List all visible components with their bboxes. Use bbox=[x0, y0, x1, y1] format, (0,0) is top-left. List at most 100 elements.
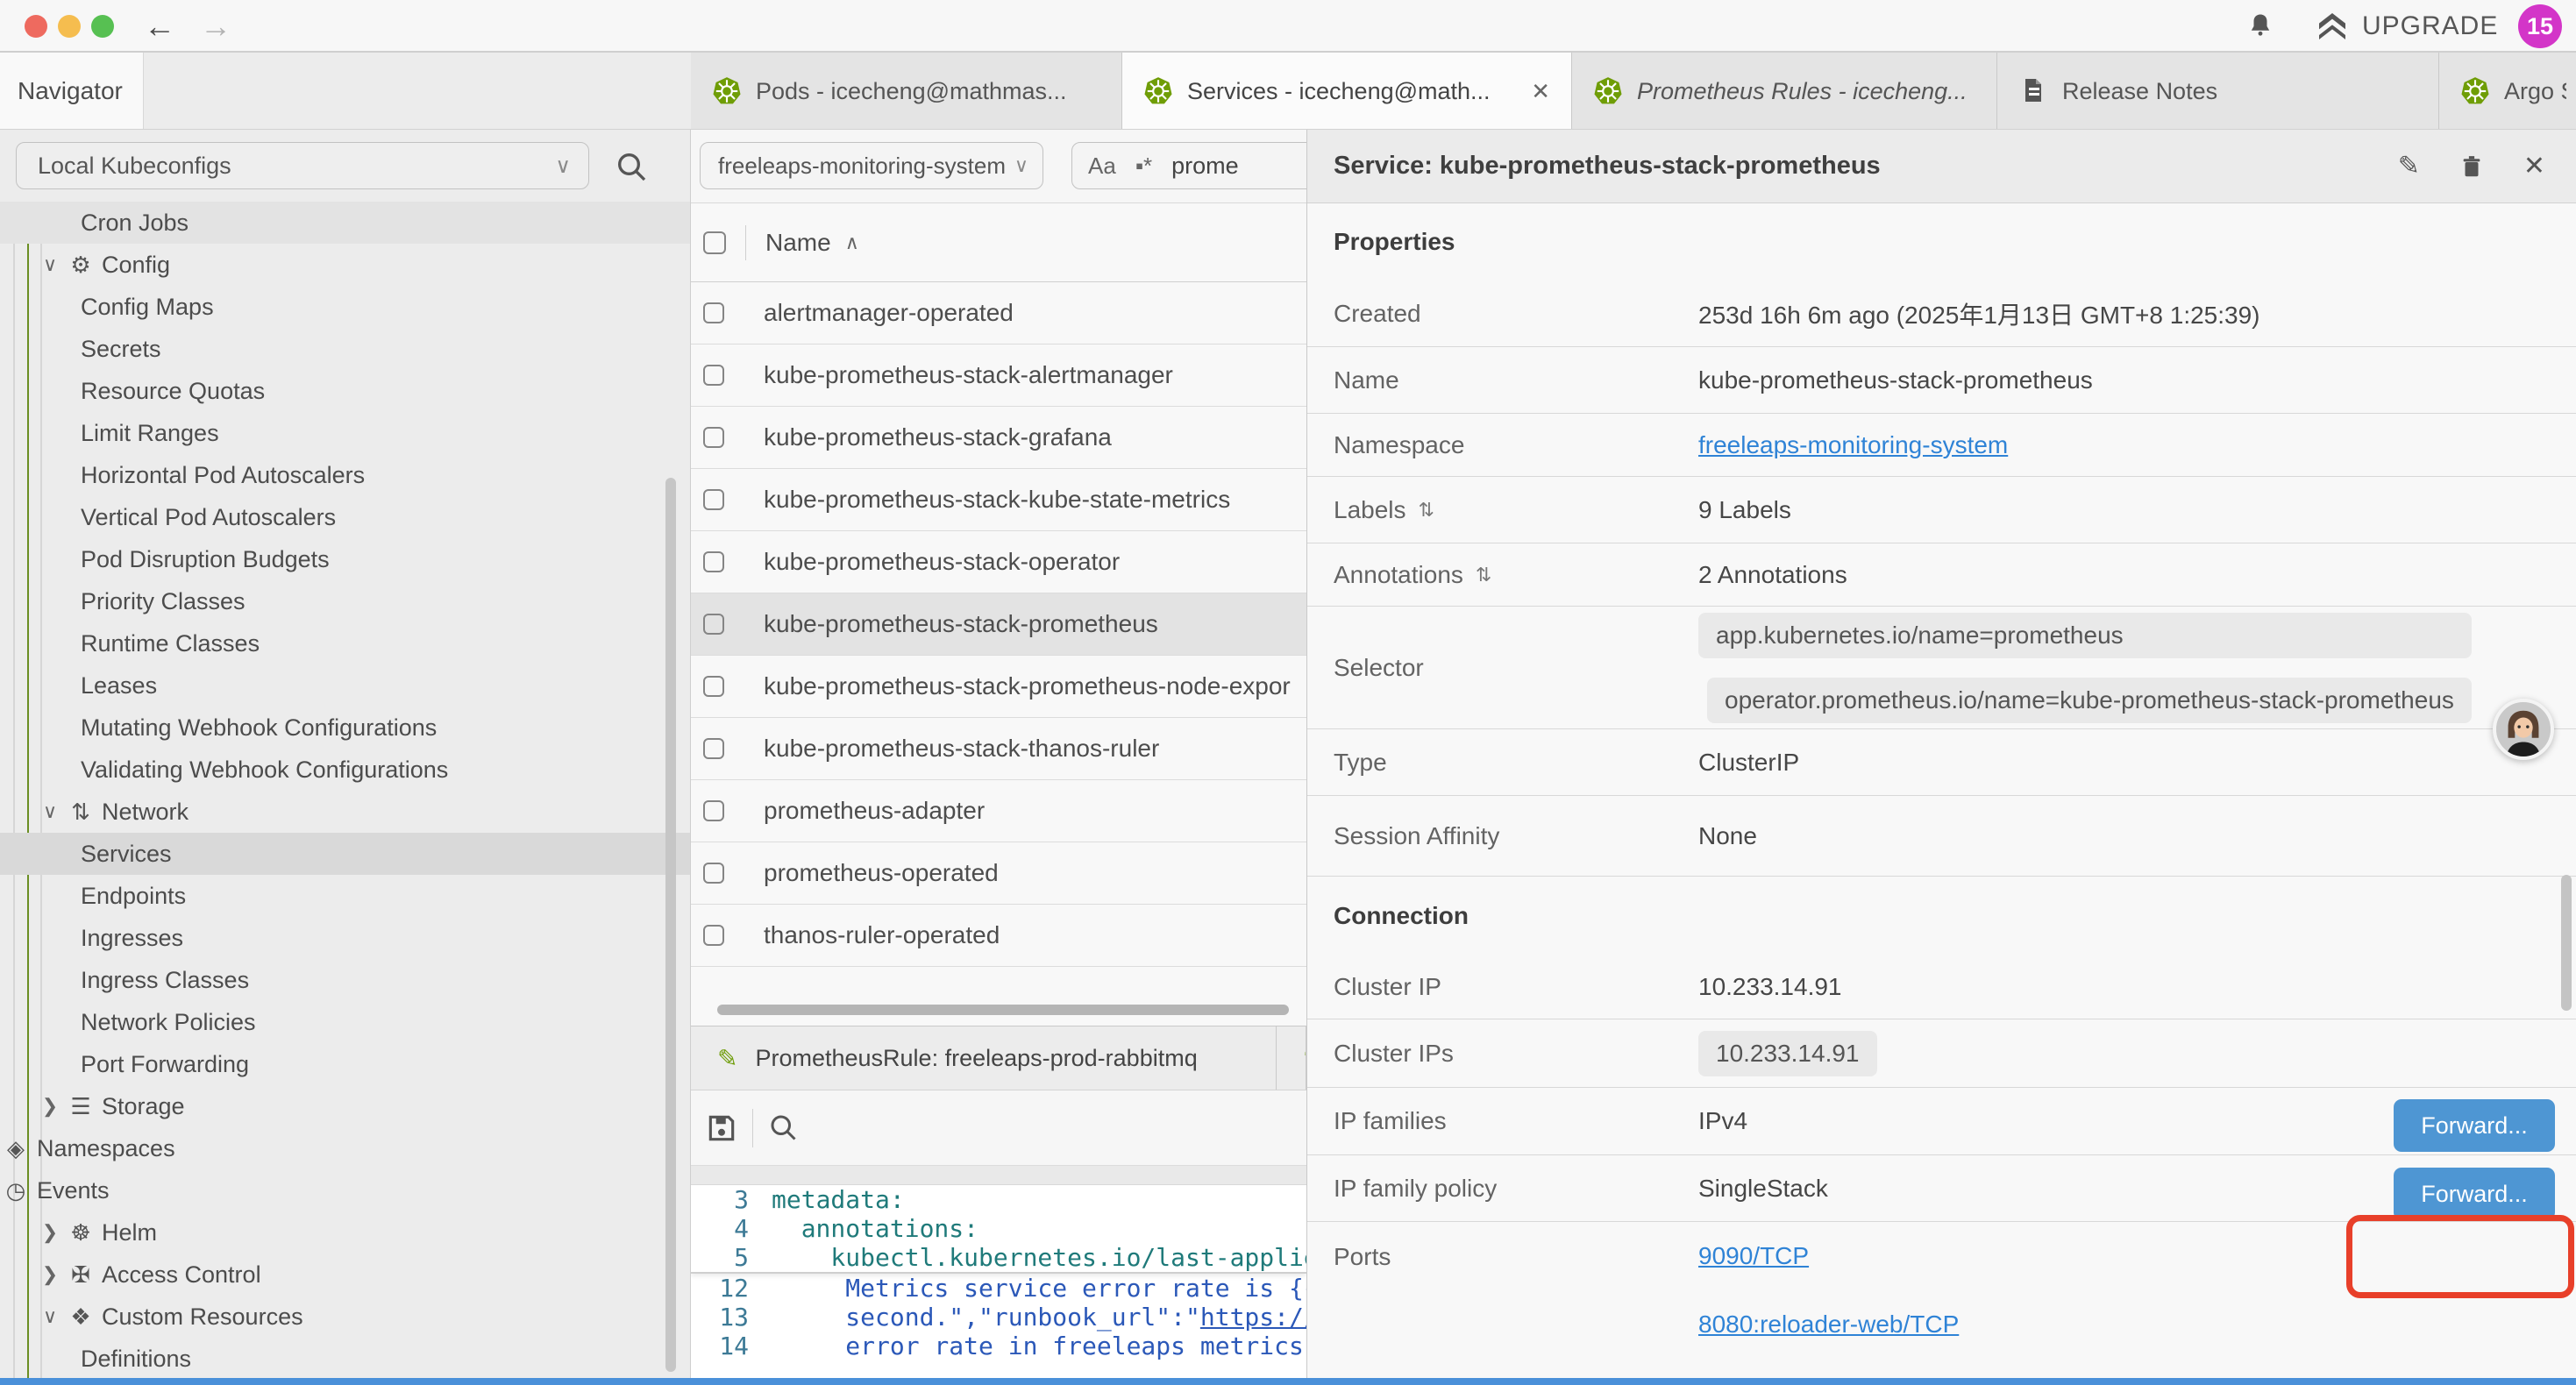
port-link[interactable]: 8080:reloader-web/TCP bbox=[1698, 1310, 1959, 1339]
namespace-link[interactable]: freeleaps-monitoring-system bbox=[1698, 431, 2008, 459]
close-window-button[interactable] bbox=[25, 15, 47, 38]
detail-panel-scrollbar[interactable] bbox=[2561, 875, 2572, 1011]
sidebar-item[interactable]: Priority Classes bbox=[0, 580, 691, 622]
row-checkbox[interactable] bbox=[703, 427, 724, 448]
cluster-tab[interactable]: Argo Se bbox=[2439, 53, 2576, 130]
editor-line[interactable]: 4 annotations: bbox=[691, 1214, 1306, 1243]
row-checkbox[interactable] bbox=[703, 489, 724, 510]
table-row[interactable]: kube-prometheus-stack-thanos-ruler bbox=[691, 718, 1306, 780]
sidebar-item[interactable]: Definitions bbox=[0, 1338, 691, 1380]
chevron-icon[interactable]: ∨ bbox=[35, 800, 65, 823]
chevron-icon[interactable]: ❯ bbox=[35, 1263, 65, 1286]
chevron-icon[interactable]: ∨ bbox=[35, 253, 65, 276]
sidebar-item[interactable]: Ingresses bbox=[0, 917, 691, 959]
chevron-icon[interactable]: ❯ bbox=[35, 1095, 65, 1118]
chevron-icon[interactable]: ❯ bbox=[35, 1221, 65, 1244]
sidebar-item[interactable]: Pod Disruption Budgets bbox=[0, 538, 691, 580]
sidebar-item[interactable]: ❯ ☸ Helm bbox=[0, 1211, 691, 1254]
sidebar-item[interactable]: ∨ ⇅ Network bbox=[0, 791, 691, 833]
sidebar-item[interactable]: ∨ ⚙ Config bbox=[0, 244, 691, 286]
close-panel-icon[interactable]: ✕ bbox=[2523, 151, 2545, 181]
select-all-checkbox[interactable] bbox=[703, 231, 726, 254]
sidebar-item[interactable]: Limit Ranges bbox=[0, 412, 691, 454]
trash-icon[interactable] bbox=[2459, 153, 2485, 180]
back-icon[interactable]: ← bbox=[139, 5, 181, 47]
chevron-icon[interactable]: ∨ bbox=[35, 1305, 65, 1328]
cluster-tab[interactable]: Prometheus Rules - icecheng... bbox=[1572, 53, 1997, 130]
sidebar-item[interactable]: Config Maps bbox=[0, 286, 691, 328]
row-checkbox[interactable] bbox=[703, 800, 724, 821]
sidebar-item[interactable]: Validating Webhook Configurations bbox=[0, 749, 691, 791]
sidebar-item[interactable]: ◈ Namespaces bbox=[0, 1127, 691, 1169]
table-row[interactable]: prometheus-adapter bbox=[691, 780, 1306, 842]
save-icon[interactable] bbox=[705, 1112, 738, 1145]
sidebar-item[interactable]: Vertical Pod Autoscalers bbox=[0, 496, 691, 538]
sidebar-item[interactable]: Leases bbox=[0, 664, 691, 707]
minimize-window-button[interactable] bbox=[58, 15, 81, 38]
table-row[interactable]: prometheus-operated bbox=[691, 842, 1306, 905]
edit-pencil-icon[interactable]: ✎ bbox=[2398, 151, 2420, 181]
cluster-ip-chip[interactable]: 10.233.14.91 bbox=[1698, 1031, 1877, 1076]
editor-line[interactable]: 13 second.","runbook_url":"https://net bbox=[691, 1303, 1306, 1332]
table-search-input[interactable]: Aa ▪* prome bbox=[1071, 142, 1306, 189]
row-checkbox[interactable] bbox=[703, 738, 724, 759]
table-row[interactable]: kube-prometheus-stack-grafana bbox=[691, 407, 1306, 469]
cluster-tab[interactable]: Pods - icecheng@mathmas... bbox=[691, 53, 1122, 130]
close-tab-icon[interactable]: ✕ bbox=[1522, 78, 1550, 105]
port-link[interactable]: 9090/TCP bbox=[1698, 1242, 1809, 1270]
editor-line[interactable]: 12 Metrics service error rate is {{ $va bbox=[691, 1274, 1306, 1303]
editor-tab-next[interactable]: ✎ bbox=[1277, 1026, 1306, 1090]
editor-tab-prometheusrule[interactable]: ✎ PrometheusRule: freeleaps-prod-rabbitm… bbox=[691, 1026, 1277, 1090]
labels-count[interactable]: 9 Labels bbox=[1698, 496, 1791, 524]
row-checkbox[interactable] bbox=[703, 551, 724, 572]
sidebar-item[interactable]: Secrets bbox=[0, 328, 691, 370]
sidebar-item[interactable]: Mutating Webhook Configurations bbox=[0, 707, 691, 749]
sort-asc-icon[interactable]: ∧ bbox=[845, 231, 859, 254]
sidebar-item[interactable]: Port Forwarding bbox=[0, 1043, 691, 1085]
table-row[interactable]: kube-prometheus-stack-kube-state-metrics bbox=[691, 469, 1306, 531]
row-checkbox[interactable] bbox=[703, 863, 724, 884]
expand-toggle-icon[interactable]: ⇅ bbox=[1476, 564, 1491, 586]
sidebar-item[interactable]: Services bbox=[0, 833, 691, 875]
annotations-count[interactable]: 2 Annotations bbox=[1698, 561, 1847, 589]
forward-port-button[interactable]: Forward... bbox=[2394, 1099, 2555, 1152]
match-case-icon[interactable]: Aa bbox=[1088, 153, 1116, 180]
regex-icon[interactable]: ▪* bbox=[1135, 153, 1152, 180]
table-row[interactable]: kube-prometheus-stack-operator bbox=[691, 531, 1306, 593]
sidebar-item[interactable]: Resource Quotas bbox=[0, 370, 691, 412]
sidebar-item[interactable]: Ingress Classes bbox=[0, 959, 691, 1001]
cluster-tab[interactable]: Release Notes bbox=[1997, 53, 2439, 130]
sidebar-item[interactable]: ∨ ❖ Custom Resources bbox=[0, 1296, 691, 1338]
editor-line[interactable]: 14 error rate in freeleaps metrics ser bbox=[691, 1332, 1306, 1360]
maximize-window-button[interactable] bbox=[91, 15, 114, 38]
upgrade-button[interactable]: UPGRADE bbox=[2315, 9, 2498, 44]
kubeconfig-select[interactable]: Local Kubeconfigs ∨ bbox=[16, 142, 589, 189]
assistant-avatar[interactable] bbox=[2493, 699, 2554, 760]
editor-search-icon[interactable] bbox=[767, 1112, 801, 1145]
forward-icon[interactable]: → bbox=[195, 5, 237, 47]
sidebar-item[interactable]: ◷ Events bbox=[0, 1169, 691, 1211]
table-row[interactable]: alertmanager-operated bbox=[691, 282, 1306, 344]
row-checkbox[interactable] bbox=[703, 614, 724, 635]
yaml-editor[interactable]: 11 8","for":"1m","labels":{"service": 12… bbox=[691, 1185, 1306, 1380]
column-header-name[interactable]: Name bbox=[765, 229, 831, 257]
sidebar-item[interactable]: ❯ ☰ Storage bbox=[0, 1085, 691, 1127]
table-row[interactable]: kube-prometheus-stack-alertmanager bbox=[691, 344, 1306, 407]
selector-chip[interactable]: app.kubernetes.io/name=prometheus bbox=[1698, 613, 2472, 658]
notifications-bell-icon[interactable] bbox=[2245, 11, 2276, 42]
row-checkbox[interactable] bbox=[703, 365, 724, 386]
row-checkbox[interactable] bbox=[703, 676, 724, 697]
expand-toggle-icon[interactable]: ⇅ bbox=[1419, 499, 1434, 522]
sidebar-item[interactable]: ❯ ✠ Access Control bbox=[0, 1254, 691, 1296]
sidebar-item[interactable]: Endpoints bbox=[0, 875, 691, 917]
namespace-select[interactable]: freeleaps-monitoring-system ∨ bbox=[700, 142, 1043, 189]
row-checkbox[interactable] bbox=[703, 925, 724, 946]
notification-count-badge[interactable]: 15 bbox=[2518, 4, 2562, 48]
row-checkbox[interactable] bbox=[703, 302, 724, 323]
sidebar-item[interactable]: Runtime Classes bbox=[0, 622, 691, 664]
sidebar-item[interactable]: Network Policies bbox=[0, 1001, 691, 1043]
editor-line[interactable]: 3 metadata: bbox=[691, 1185, 1306, 1214]
sidebar-item[interactable]: Cron Jobs bbox=[0, 202, 691, 244]
editor-line[interactable]: 5 kubectl.kubernetes.io/last-applied-co bbox=[691, 1243, 1306, 1272]
sidebar-search-icon[interactable] bbox=[614, 149, 649, 184]
